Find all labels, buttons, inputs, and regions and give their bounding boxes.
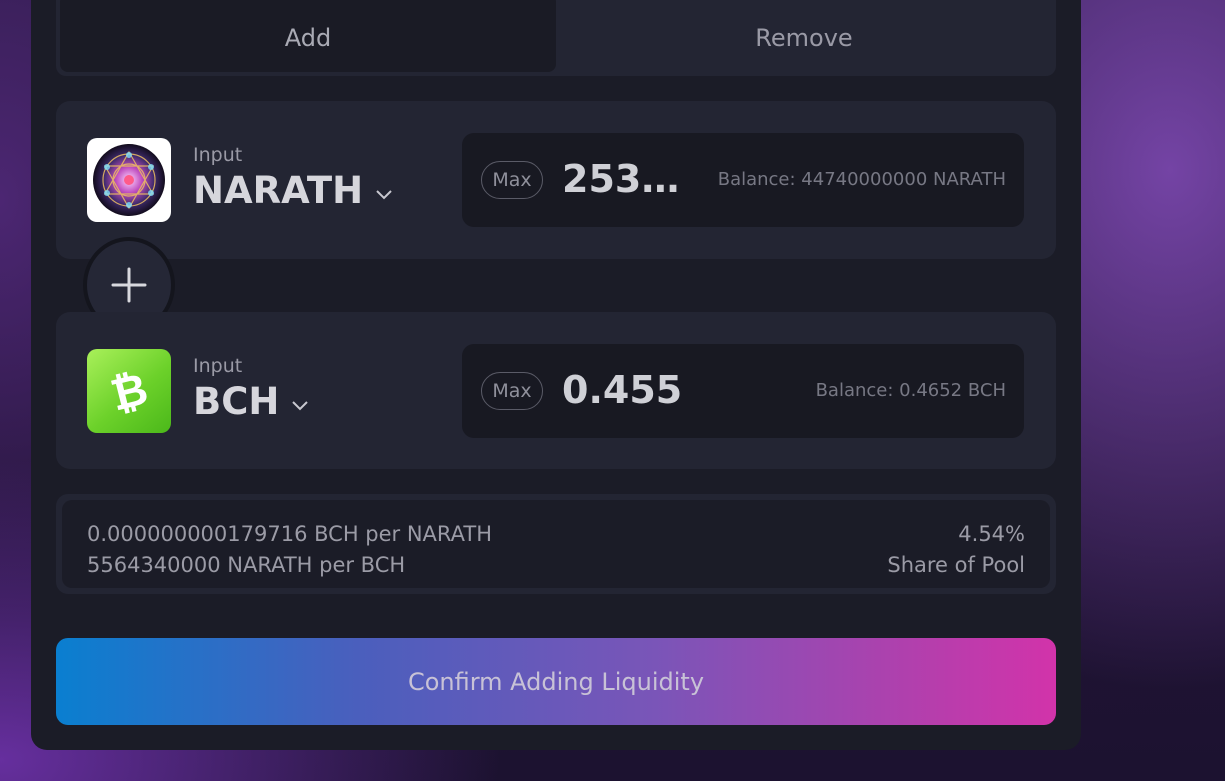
token-symbol: NARATH: [193, 169, 364, 212]
pool-rates-box: 0.000000000179716 BCH per NARATH 5564340…: [56, 494, 1056, 594]
balance-text: Balance: 44740000000 NARATH: [717, 169, 1006, 190]
input-label: Input: [193, 355, 243, 377]
balance-text: Balance: 0.4652 BCH: [815, 380, 1006, 401]
pool-rates-inner: 0.000000000179716 BCH per NARATH 5564340…: [62, 500, 1050, 588]
svg-text:₿: ₿: [106, 363, 153, 421]
token-input-panel-narath: Input NARATH Max 253177... Balance: 4474…: [56, 101, 1056, 259]
token-select-narath[interactable]: NARATH: [193, 169, 393, 212]
pool-share-label: Share of Pool: [887, 553, 1025, 577]
max-button[interactable]: Max: [481, 372, 543, 410]
bitcoin-cash-logo-icon[interactable]: ₿: [87, 349, 171, 433]
max-button[interactable]: Max: [481, 161, 543, 199]
confirm-adding-liquidity-button[interactable]: Confirm Adding Liquidity: [56, 638, 1056, 725]
amount-input-box: Max 0.455 Balance: 0.4652 BCH: [462, 344, 1024, 438]
chevron-down-icon: [376, 189, 392, 199]
rate-narath-per-bch: 5564340000 NARATH per BCH: [87, 553, 406, 577]
input-label: Input: [193, 144, 243, 166]
chevron-down-icon: [292, 400, 309, 410]
token-symbol: BCH: [193, 380, 280, 423]
amount-input-box: Max 253177... Balance: 44740000000 NARAT…: [462, 133, 1024, 227]
amount-input[interactable]: 253177...: [562, 157, 702, 201]
tab-add[interactable]: Add: [60, 0, 556, 72]
token-input-panel-bch: ₿ Input BCH Max 0.455 Balance: 0.4652 BC…: [56, 312, 1056, 469]
tab-remove[interactable]: Remove: [556, 0, 1052, 72]
token-select-bch[interactable]: BCH: [193, 380, 309, 423]
narath-logo-icon[interactable]: [87, 138, 171, 222]
pool-share-value: 4.54%: [958, 522, 1025, 546]
amount-input[interactable]: 0.455: [562, 368, 682, 412]
rate-bch-per-narath: 0.000000000179716 BCH per NARATH: [87, 522, 493, 546]
add-remove-tabs: Add Remove: [56, 0, 1056, 76]
